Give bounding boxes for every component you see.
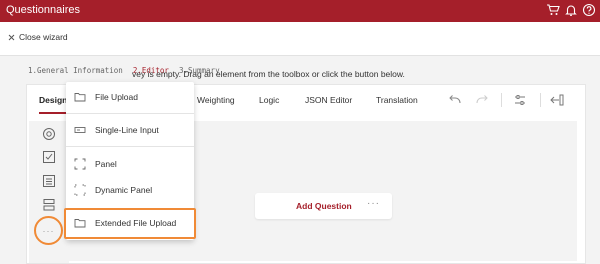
tab-translation[interactable]: Translation — [376, 95, 418, 105]
menu-item-single-line-input[interactable]: Single-Line Input — [66, 116, 194, 144]
toolbox-more-button[interactable]: ··· — [34, 216, 63, 245]
tab-json-editor[interactable]: JSON Editor — [305, 95, 352, 105]
settings-icon — [515, 95, 525, 105]
dropdown-icon[interactable] — [42, 174, 56, 188]
more-icon: ··· — [42, 225, 55, 236]
undo-button[interactable] — [446, 91, 464, 109]
active-tab-indicator — [39, 112, 69, 114]
app-title: Questionnaires — [6, 4, 80, 16]
panel-icon[interactable] — [42, 198, 56, 212]
input-icon — [74, 127, 86, 133]
close-wizard-button[interactable]: Close wizard — [8, 32, 68, 42]
menu-item-label: Dynamic Panel — [95, 185, 153, 195]
collapse-panel-icon — [550, 94, 564, 106]
top-bar: Questionnaires — [0, 0, 600, 22]
collapse-panel-button[interactable] — [548, 91, 566, 109]
step-general-information[interactable]: 1.General Information — [28, 66, 123, 75]
undo-icon — [449, 95, 461, 104]
tab-logic[interactable]: Logic — [259, 95, 279, 105]
panel-icon — [74, 158, 86, 170]
dynamic-panel-icon — [74, 184, 86, 196]
highlight-extended-file-upload — [64, 208, 196, 239]
tab-weighting[interactable]: Weighting — [197, 95, 235, 105]
topbar-icons — [546, 3, 596, 17]
settings-button[interactable] — [511, 91, 529, 109]
redo-button[interactable] — [473, 91, 491, 109]
menu-item-panel[interactable]: Panel — [66, 150, 194, 178]
checkbox-icon[interactable] — [42, 150, 56, 164]
bell-icon[interactable] — [564, 3, 578, 17]
add-question-more-button[interactable]: ··· — [367, 198, 380, 209]
toolbar-divider — [501, 93, 502, 107]
add-question-box: Add Question ··· — [255, 193, 392, 219]
wizard-bar: Close wizard — [0, 22, 600, 56]
add-question-button[interactable]: Add Question — [296, 201, 352, 211]
menu-item-label: Single-Line Input — [95, 125, 159, 135]
toolbar-divider — [540, 93, 541, 107]
empty-survey-message: vey is empty. Drag an element from the t… — [132, 69, 405, 79]
menu-item-label: File Upload — [95, 92, 138, 102]
close-icon — [8, 34, 15, 40]
redo-icon — [476, 95, 488, 104]
help-icon[interactable] — [582, 3, 596, 17]
tab-design[interactable]: Design — [39, 95, 67, 105]
cart-icon[interactable] — [546, 3, 560, 17]
menu-divider — [66, 146, 194, 147]
menu-item-file-upload[interactable]: File Upload — [66, 83, 194, 111]
menu-divider — [66, 113, 194, 114]
radio-icon[interactable] — [42, 127, 56, 141]
folder-icon — [74, 93, 86, 102]
menu-item-dynamic-panel[interactable]: Dynamic Panel — [66, 176, 194, 204]
close-wizard-label: Close wizard — [19, 32, 68, 42]
menu-item-label: Panel — [95, 159, 117, 169]
